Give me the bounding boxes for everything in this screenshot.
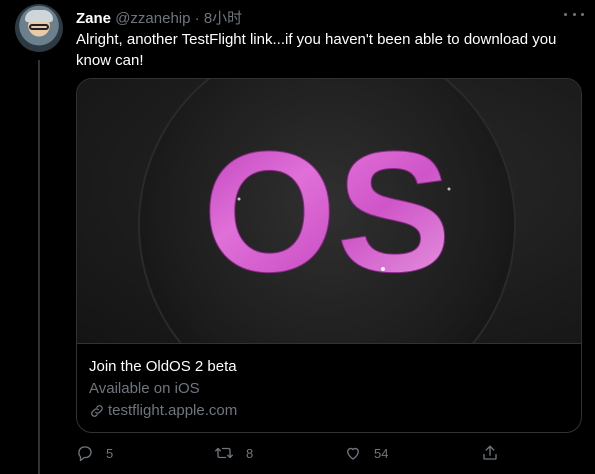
like-button[interactable]: 54 (344, 444, 388, 462)
tweet-header: Zane @zzanehip · 8小时 (76, 7, 242, 28)
reply-count: 5 (106, 445, 114, 461)
card-divider (77, 343, 581, 344)
card-url[interactable]: testflight.apple.com (89, 402, 237, 419)
card-title[interactable]: Join the OldOS 2 beta (89, 358, 237, 375)
share-button[interactable] (481, 444, 499, 462)
card-url-text: testflight.apple.com (108, 402, 238, 419)
author-name[interactable]: Zane (76, 10, 111, 27)
like-count: 54 (374, 445, 389, 461)
os-text: OS (203, 116, 452, 308)
link-icon (91, 404, 103, 417)
sparkle (381, 267, 385, 271)
share-icon (483, 445, 497, 460)
retweet-icon (215, 447, 233, 459)
more-icon[interactable] (564, 6, 584, 22)
os-graphic: OS (138, 79, 516, 343)
author-handle[interactable]: @zzanehip (115, 10, 190, 27)
tweet-actions: 5 8 54 (76, 444, 506, 464)
retweet-button[interactable]: 8 (214, 444, 253, 462)
like-icon (347, 447, 359, 460)
timestamp[interactable]: 8小时 (204, 10, 242, 27)
retweet-count: 8 (246, 445, 254, 461)
thread-line (38, 60, 40, 474)
sparkle (237, 197, 241, 201)
separator-dot: · (194, 10, 200, 27)
reply-button[interactable]: 5 (76, 444, 113, 462)
card-image[interactable]: OS (77, 79, 581, 343)
sparkle (447, 187, 451, 191)
card-subtitle: Available on iOS (89, 380, 200, 397)
link-card[interactable]: OS Join the OldOS 2 beta Available on iO… (76, 78, 582, 433)
avatar-glasses (29, 24, 49, 30)
avatar[interactable] (15, 4, 63, 52)
tweet-text: Alright, another TestFlight link...if yo… (76, 31, 557, 69)
avatar-cap (25, 10, 53, 22)
reply-icon (78, 446, 92, 462)
